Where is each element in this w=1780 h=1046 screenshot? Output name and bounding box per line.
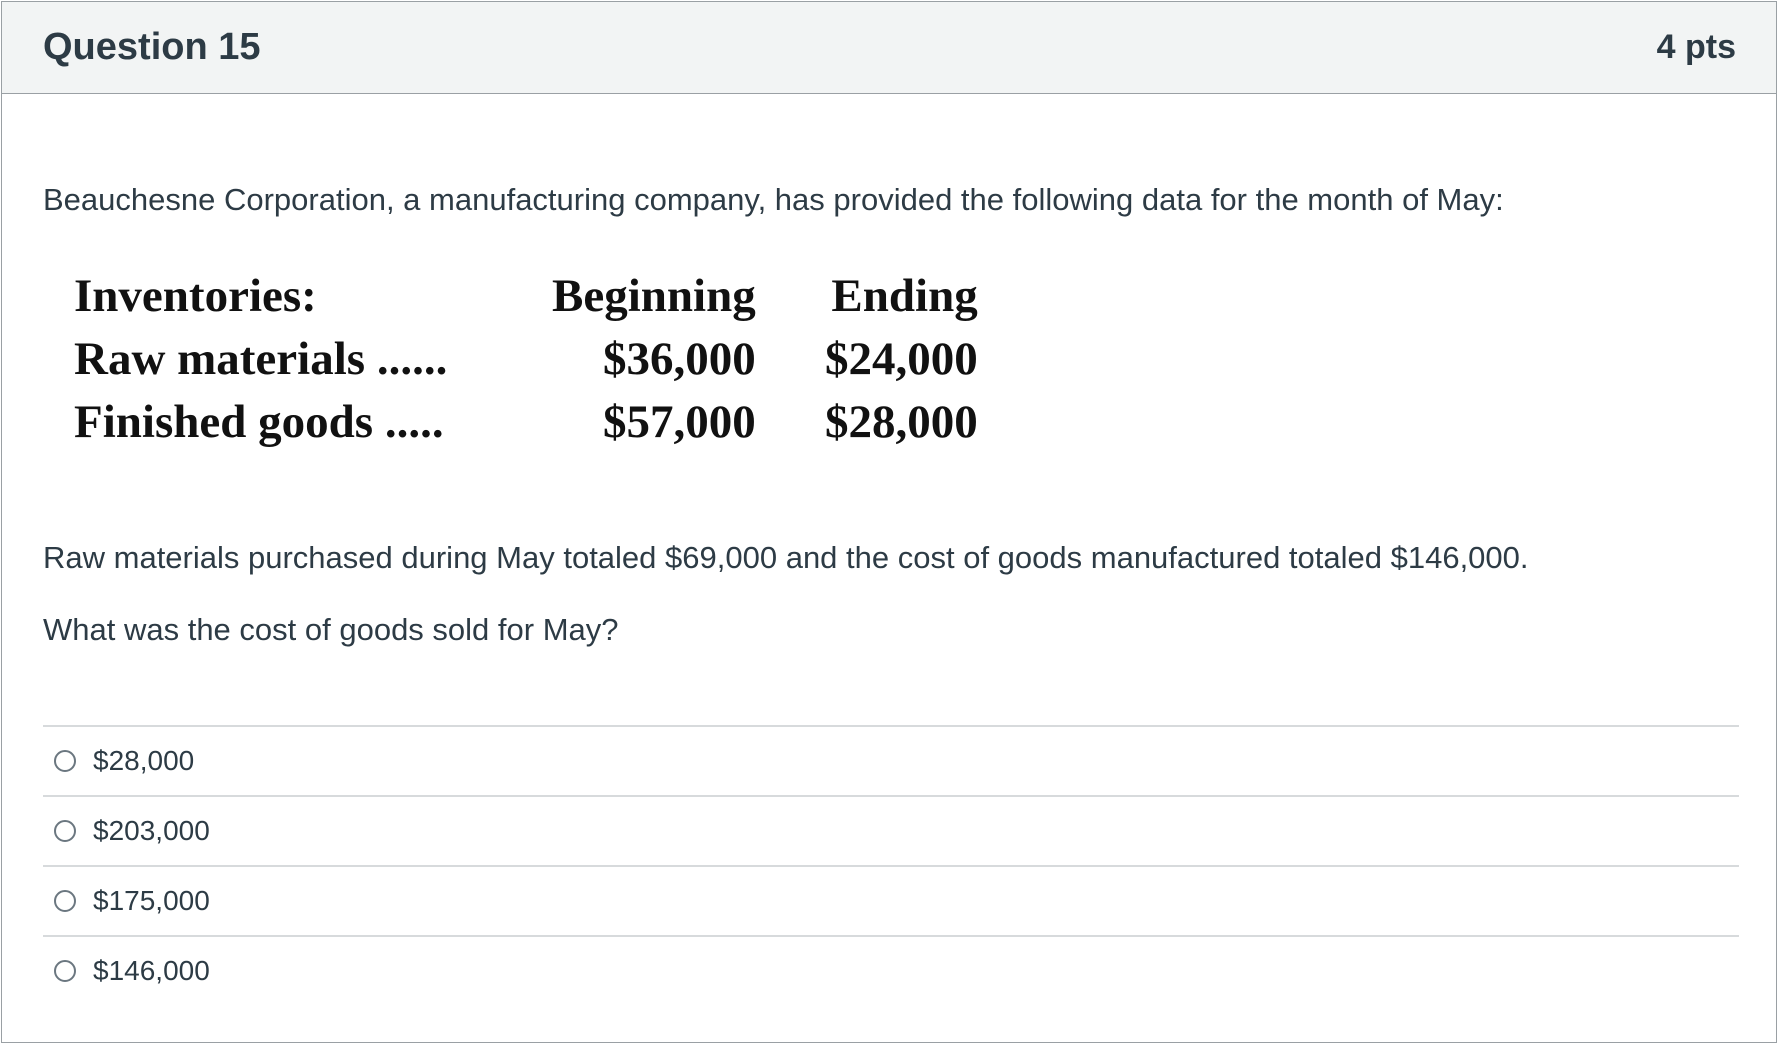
- inventory-table-header-row: Inventories: Beginning Ending: [74, 264, 978, 327]
- question-header: Question 15 4 pts: [2, 2, 1776, 94]
- inventory-table: Inventories: Beginning Ending Raw materi…: [74, 264, 978, 453]
- answer-list: $28,000 $203,000 $175,000 $146,000: [43, 725, 1739, 1005]
- radio-button[interactable]: [54, 890, 76, 912]
- answer-label[interactable]: $175,000: [93, 885, 210, 917]
- inventory-header-label: Inventories:: [74, 269, 317, 322]
- question-purchased-text: Raw materials purchased during May total…: [43, 540, 1529, 575]
- question-card: Question 15 4 pts Beauchesne Corporation…: [1, 1, 1777, 1043]
- answer-label[interactable]: $28,000: [93, 745, 194, 777]
- inventory-row-beginning: $36,000: [603, 332, 756, 385]
- inventory-row-beginning: $57,000: [603, 395, 756, 448]
- inventory-row-finished-goods: Finished goods ..... $57,000 $28,000: [74, 390, 978, 453]
- inventory-row-ending: $28,000: [825, 395, 978, 448]
- answer-label[interactable]: $203,000: [93, 815, 210, 847]
- question-intro-text: Beauchesne Corporation, a manufacturing …: [43, 182, 1504, 217]
- radio-button[interactable]: [54, 960, 76, 982]
- answer-option[interactable]: $28,000: [43, 727, 1739, 797]
- answer-option[interactable]: $175,000: [43, 867, 1739, 937]
- radio-button[interactable]: [54, 820, 76, 842]
- question-prompt: What was the cost of goods sold for May?: [43, 612, 619, 647]
- answer-option[interactable]: $146,000: [43, 937, 1739, 1005]
- question-title: Question 15: [43, 26, 261, 68]
- inventory-header-beginning: Beginning: [552, 269, 756, 322]
- radio-button[interactable]: [54, 750, 76, 772]
- inventory-header-ending: Ending: [831, 269, 978, 322]
- inventory-row-label: Finished goods .....: [74, 395, 444, 448]
- inventory-row-raw-materials: Raw materials ...... $36,000 $24,000: [74, 327, 978, 390]
- question-points: 4 pts: [1656, 28, 1736, 66]
- inventory-row-ending: $24,000: [825, 332, 978, 385]
- answer-label[interactable]: $146,000: [93, 955, 210, 987]
- inventory-row-label: Raw materials ......: [74, 332, 448, 385]
- answer-option[interactable]: $203,000: [43, 797, 1739, 867]
